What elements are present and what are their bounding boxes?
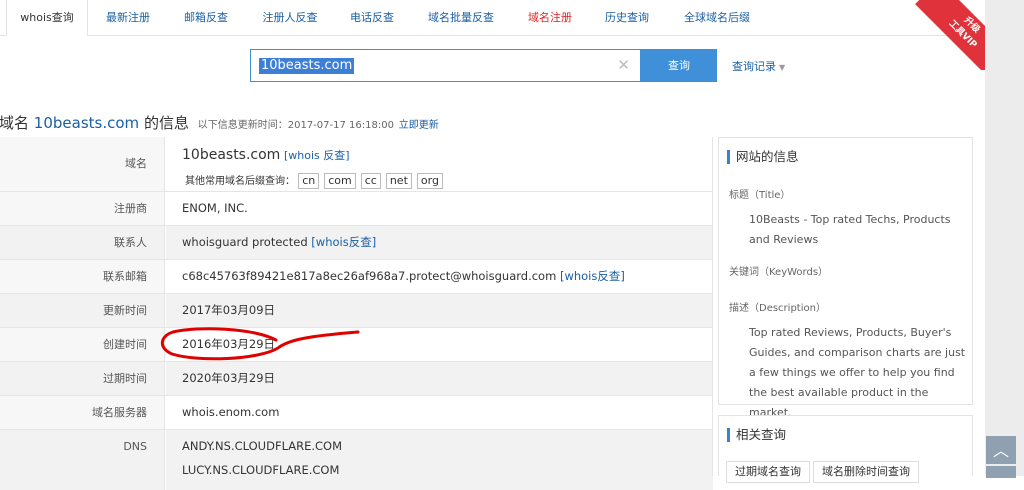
title-field-label: 标题（Title）: [729, 190, 791, 201]
expired-domain-query-button[interactable]: 过期域名查询: [726, 461, 810, 483]
site-info-title: 网站的信息: [727, 150, 799, 164]
table-row: 联系邮箱 c68c45763f89421e817a8ec26af968a7.pr…: [0, 260, 713, 294]
suffix-cc[interactable]: cc: [360, 173, 381, 189]
vip-ribbon[interactable]: 升级 工具VIP: [915, 0, 985, 70]
tab-bulk-reverse[interactable]: 域名批量反查: [416, 0, 506, 35]
title-field-value: 10Beasts - Top rated Techs, Products and…: [749, 213, 951, 246]
table-row: DNS ANDY.NS.CLOUDFLARE.COM LUCY.NS.CLOUD…: [0, 430, 713, 490]
search-history-dropdown[interactable]: 查询记录 ▼: [732, 58, 785, 74]
related-title: 相关查询: [727, 428, 786, 442]
table-divider: [712, 137, 713, 476]
site-info-panel: 网站的信息 标题（Title） 10Beasts - Top rated Tec…: [718, 137, 973, 419]
created-label: 创建时间: [0, 328, 165, 361]
domain-whois-reverse-link[interactable]: [whois 反查]: [284, 149, 350, 162]
table-row: 注册商 ENOM, INC.: [0, 192, 713, 226]
suffix-org[interactable]: org: [416, 173, 443, 189]
vip-ribbon-band[interactable]: 升级 工具VIP: [915, 0, 985, 70]
expires-label: 过期时间: [0, 362, 165, 395]
close-icon[interactable]: ✕: [617, 56, 630, 74]
dns-label: DNS: [0, 430, 165, 490]
keywords-field-label: 关键词（KeyWords）: [729, 267, 829, 278]
scrollbar[interactable]: [985, 0, 1024, 476]
domain-label: 域名: [0, 137, 165, 191]
suffix-com[interactable]: com: [324, 173, 356, 189]
table-row: 联系人 whoisguard protected [whois反查]: [0, 226, 713, 260]
suffix-net[interactable]: net: [385, 173, 412, 189]
contact-value: whoisguard protected: [182, 235, 308, 249]
title-domain: 10beasts.com: [33, 114, 140, 132]
contact-whois-reverse-link[interactable]: [whois反查]: [311, 235, 376, 249]
table-row: 过期时间 2020年03月29日: [0, 362, 713, 396]
description-field-label: 描述（Description）: [729, 303, 826, 314]
registrar-value: ENOM, INC.: [182, 201, 248, 215]
suffix-cn[interactable]: cn: [298, 173, 320, 189]
chevron-down-icon: ▼: [779, 63, 786, 72]
dns-value-1: ANDY.NS.CLOUDFLARE.COM: [182, 439, 343, 453]
updated-label: 更新时间: [0, 294, 165, 327]
suffix-query-label: 其他常用域名后缀查询：: [185, 176, 295, 187]
domain-value: 10beasts.com: [182, 147, 281, 163]
email-whois-reverse-link[interactable]: [whois反查]: [560, 269, 625, 283]
back-to-top-button[interactable]: ︿: [986, 436, 1016, 464]
update-time: 以下信息更新时间：2017-07-17 16:18:00: [197, 120, 394, 131]
title-prefix: 域名: [0, 114, 30, 132]
title-suffix: 的信息: [143, 114, 189, 132]
description-field-value: Top rated Reviews, Products, Buyer's Gui…: [749, 326, 966, 419]
table-row: 域名服务器 whois.enom.com: [0, 396, 713, 430]
red-circle-annotation: [160, 327, 360, 361]
feedback-button[interactable]: [986, 466, 1016, 478]
search-button[interactable]: 查询: [641, 49, 717, 82]
page-title: 域名 10beasts.com 的信息 以下信息更新时间：2017-07-17 …: [0, 112, 439, 133]
tab-whois[interactable]: whois查询: [6, 0, 88, 36]
contact-label: 联系人: [0, 226, 165, 259]
tab-domain-registration[interactable]: 域名注册: [516, 0, 584, 35]
dns-value-2: LUCY.NS.CLOUDFLARE.COM: [182, 463, 340, 477]
top-nav: whois查询 最新注册 邮箱反查 注册人反查 电话反查 域名批量反查 域名注册…: [0, 0, 985, 36]
tab-email-reverse[interactable]: 邮箱反查: [170, 0, 242, 35]
expires-value: 2020年03月29日: [166, 362, 713, 395]
email-value: c68c45763f89421e817a8ec26af968a7.protect…: [182, 269, 557, 283]
email-cell: c68c45763f89421e817a8ec26af968a7.protect…: [166, 260, 713, 293]
tab-registrant-reverse[interactable]: 注册人反查: [250, 0, 330, 35]
email-label: 联系邮箱: [0, 260, 165, 293]
tab-phone-reverse[interactable]: 电话反查: [338, 0, 406, 35]
tab-history[interactable]: 历史查询: [593, 0, 661, 35]
server-value: whois.enom.com: [182, 405, 280, 419]
domain-cell: 10beasts.com [whois 反查] 其他常用域名后缀查询： cn co…: [166, 137, 713, 191]
dns-cell: ANDY.NS.CLOUDFLARE.COM LUCY.NS.CLOUDFLAR…: [166, 430, 713, 490]
registrar-label: 注册商: [0, 192, 165, 225]
refresh-link[interactable]: 立即更新: [399, 120, 439, 131]
server-label: 域名服务器: [0, 396, 165, 429]
search-history-label: 查询记录: [732, 60, 776, 73]
chevron-up-icon: ︿: [992, 441, 1009, 460]
domain-deletion-time-button[interactable]: 域名删除时间查询: [813, 461, 919, 483]
table-row: 域名 10beasts.com [whois 反查] 其他常用域名后缀查询： c…: [0, 137, 713, 192]
tab-latest-registration[interactable]: 最新注册: [92, 0, 164, 35]
search-box[interactable]: 10beasts.com ✕: [250, 49, 641, 82]
tab-global-suffix[interactable]: 全球域名后缀: [672, 0, 762, 35]
contact-cell: whoisguard protected [whois反查]: [166, 226, 713, 259]
search-input[interactable]: 10beasts.com: [259, 58, 355, 74]
